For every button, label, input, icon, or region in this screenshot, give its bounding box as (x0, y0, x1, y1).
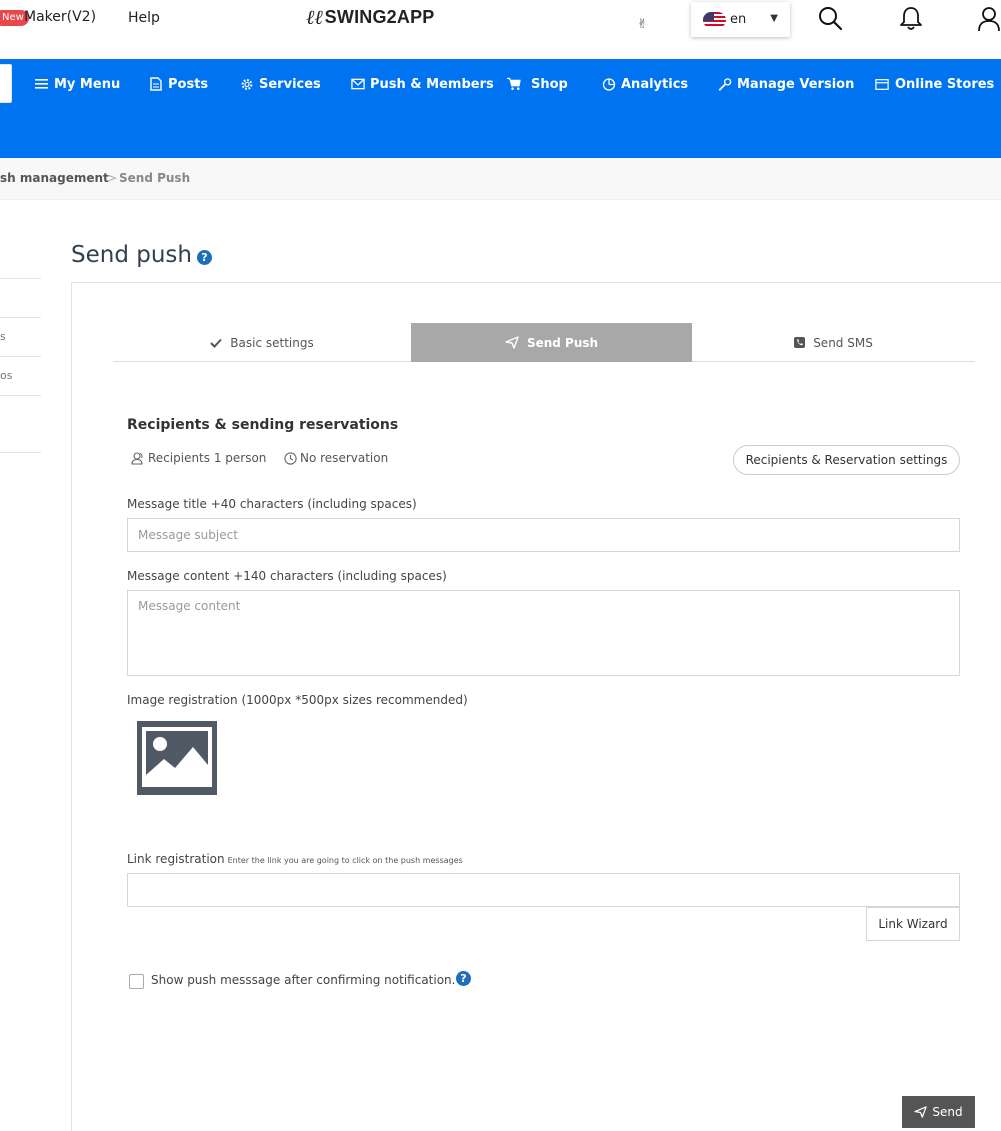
section-title: Recipients & sending reservations (127, 417, 399, 433)
send-label: Send (932, 1105, 963, 1119)
message-content-label: Message content +140 characters (includi… (127, 569, 447, 583)
nav-item-shop[interactable]: Shop (507, 75, 568, 93)
tab-label: Send Push (526, 335, 599, 350)
link-label-text: Link registration (127, 852, 225, 866)
message-title-input[interactable] (127, 518, 960, 552)
nav-item-online-stores[interactable]: Online Stores (875, 75, 994, 93)
nav-item-services[interactable]: Services (240, 75, 321, 93)
language-label: en (730, 12, 747, 27)
main-nav: My Menu Posts Services Push & Members Sh… (0, 59, 1001, 158)
send-icon (505, 336, 519, 349)
nav-label: Manage Version (737, 76, 855, 92)
clock-icon (284, 451, 297, 465)
show-push-checkbox[interactable] (129, 974, 144, 989)
nav-label: Analytics (621, 76, 689, 92)
link-input[interactable] (127, 873, 960, 907)
link-wizard-button[interactable]: Link Wizard (866, 907, 960, 941)
breadcrumb: sh management > Send Push (0, 158, 1001, 200)
mail-icon (351, 77, 365, 91)
nav-item-my-menu[interactable]: My Menu (35, 75, 120, 93)
nav-item-posts[interactable]: Posts (149, 75, 208, 93)
sidebar-divider (0, 452, 41, 453)
reservation-text: No reservation (300, 451, 389, 465)
menu-icon (35, 77, 49, 91)
check-icon (210, 338, 223, 348)
recipients-reservation-settings-button[interactable]: Recipients & Reservation settings (733, 445, 960, 475)
show-push-checkbox-label: Show push messsage after confirming noti… (151, 973, 456, 987)
sidebar-divider (0, 278, 41, 279)
page-title-text: Send push (71, 242, 192, 268)
sidebar-divider (0, 317, 41, 318)
us-flag-icon (703, 11, 726, 28)
wrench-icon (718, 77, 732, 91)
nav-label: Posts (168, 76, 209, 92)
sidebar-divider (0, 356, 41, 357)
message-title-label: Message title +40 characters (including … (127, 497, 417, 511)
send-icon (914, 1106, 928, 1118)
recipients-count: Recipients 1 person (131, 451, 266, 465)
logo[interactable]: ℓℓ SWING2APP (306, 5, 435, 30)
image-placeholder-icon[interactable] (137, 721, 217, 795)
help-link[interactable]: Help (128, 10, 160, 26)
top-bar: New Maker(V2) Help ℓℓ SWING2APP ✌ en ▼ (0, 0, 1001, 59)
bell-icon[interactable] (897, 4, 925, 32)
gear-icon (240, 77, 254, 91)
sidebar-item[interactable]: s (0, 330, 6, 343)
language-select[interactable]: en ▼ (691, 2, 790, 37)
tab-label: Basic settings (230, 335, 314, 350)
user-icon[interactable] (975, 4, 1001, 32)
breadcrumb-parent[interactable]: sh management (0, 171, 109, 185)
store-icon (875, 77, 889, 91)
link-registration-label: Link registration Enter the link you are … (127, 852, 463, 866)
nav-item-push-members[interactable]: Push & Members (351, 75, 494, 93)
send-button[interactable]: Send (902, 1096, 975, 1128)
nav-label: My Menu (54, 76, 121, 92)
users-icon (131, 451, 145, 465)
phone-icon (794, 337, 806, 348)
tab-label: Send SMS (813, 335, 873, 350)
document-icon (149, 77, 163, 91)
sidebar-divider (0, 395, 41, 396)
logo-text: SWING2APP (324, 7, 435, 27)
cart-icon (507, 77, 521, 91)
image-registration-label: Image registration (1000px *500px sizes … (127, 693, 468, 707)
sidebar-item[interactable]: os (0, 369, 12, 382)
tab-bar: Basic settings Send Push Send SMS (113, 323, 975, 362)
search-icon[interactable] (816, 4, 844, 32)
maker-v2-link[interactable]: Maker(V2) (24, 9, 96, 25)
message-content-textarea[interactable] (127, 590, 960, 676)
pie-chart-icon (602, 77, 616, 91)
nav-item-analytics[interactable]: Analytics (602, 75, 688, 93)
nav-label: Online Stores (895, 76, 995, 92)
breadcrumb-separator: > (107, 171, 118, 185)
reservation-status: No reservation (284, 451, 388, 465)
nav-label: Shop (531, 76, 568, 92)
logo-mark-icon: ℓℓ (306, 5, 323, 29)
nav-search-stub[interactable] (0, 64, 12, 103)
tab-send-sms[interactable]: Send SMS (692, 323, 975, 362)
tab-basic-settings[interactable]: Basic settings (113, 323, 411, 362)
page-title: Send push ? (71, 242, 212, 268)
link-hint: Enter the link you are going to click on… (227, 856, 463, 865)
tab-send-push[interactable]: Send Push (411, 323, 692, 362)
help-circle-icon[interactable]: ? (196, 249, 212, 265)
hand-icon[interactable]: ✌ (637, 17, 648, 32)
breadcrumb-current: Send Push (119, 171, 191, 185)
caret-down-icon: ▼ (770, 13, 778, 24)
nav-label: Push & Members (370, 76, 494, 92)
recipients-text: Recipients 1 person (148, 451, 267, 465)
nav-item-manage-version[interactable]: Manage Version (718, 75, 854, 93)
help-circle-icon[interactable]: ? (456, 971, 471, 986)
nav-label: Services (259, 76, 321, 92)
